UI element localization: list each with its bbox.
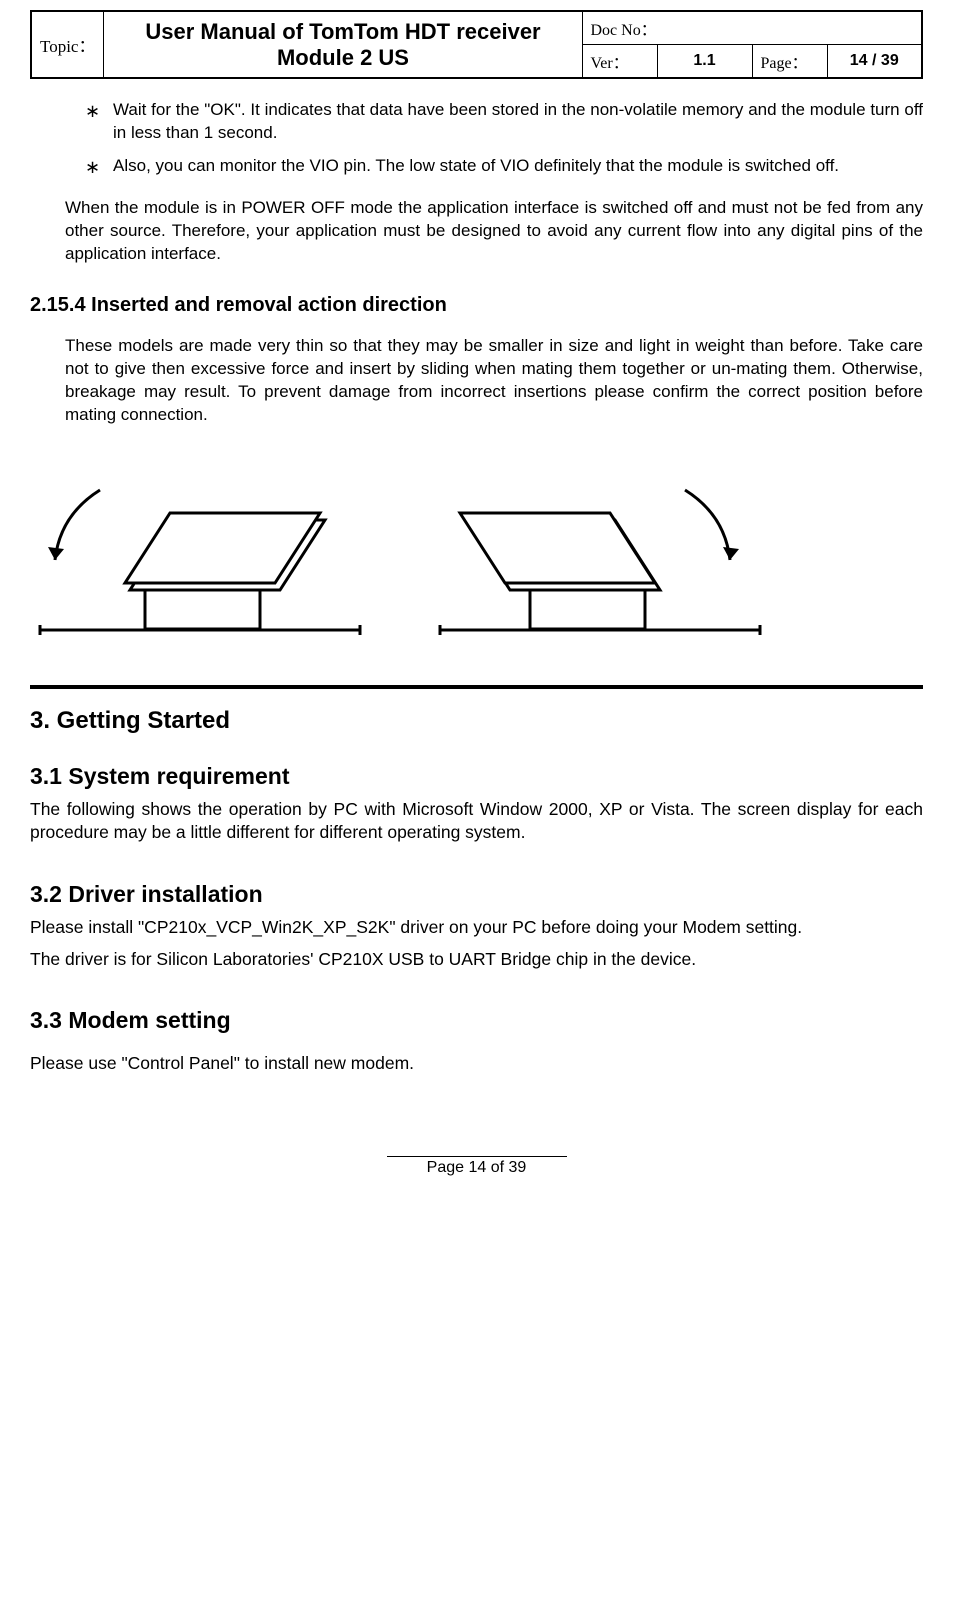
page-footer: Page 14 of 39 bbox=[30, 1156, 923, 1177]
section-3-title: 3. Getting Started bbox=[30, 707, 923, 735]
section-31-title: 3.1 System requirement bbox=[30, 763, 923, 790]
section-divider bbox=[30, 685, 923, 689]
docno-label: Doc No： bbox=[582, 11, 922, 45]
section-33-title: 3.3 Modem setting bbox=[30, 1007, 923, 1034]
header-table: Topic： User Manual of TomTom HDT receive… bbox=[30, 10, 923, 79]
page-value: 14 / 39 bbox=[827, 45, 922, 79]
section-2154-body: These models are made very thin so that … bbox=[65, 335, 923, 427]
bullet-text: Wait for the "OK". It indicates that dat… bbox=[113, 99, 923, 145]
diagram-row bbox=[30, 455, 923, 655]
insert-diagram-left bbox=[30, 455, 370, 655]
section-31-body: The following shows the operation by PC … bbox=[30, 798, 923, 845]
section-33-body: Please use "Control Panel" to install ne… bbox=[30, 1052, 923, 1076]
bullet-item: ∗ Also, you can monitor the VIO pin. The… bbox=[85, 155, 923, 179]
topic-label: Topic： bbox=[31, 11, 104, 78]
insert-diagram-right bbox=[430, 455, 770, 655]
section-32-body2: The driver is for Silicon Laboratories' … bbox=[30, 948, 923, 972]
ver-label: Ver： bbox=[582, 45, 657, 79]
poweroff-paragraph: When the module is in POWER OFF mode the… bbox=[65, 197, 923, 266]
asterisk-icon: ∗ bbox=[85, 155, 113, 179]
page-label: Page： bbox=[752, 45, 827, 79]
topic-value: User Manual of TomTom HDT receiver Modul… bbox=[104, 11, 582, 78]
section-32-title: 3.2 Driver installation bbox=[30, 881, 923, 908]
section-2154-title: 2.15.4 Inserted and removal action direc… bbox=[30, 294, 923, 317]
ver-value: 1.1 bbox=[657, 45, 752, 79]
bullet-text: Also, you can monitor the VIO pin. The l… bbox=[113, 155, 923, 179]
section-32-body1: Please install "CP210x_VCP_Win2K_XP_S2K"… bbox=[30, 916, 923, 940]
asterisk-icon: ∗ bbox=[85, 99, 113, 145]
bullet-item: ∗ Wait for the "OK". It indicates that d… bbox=[85, 99, 923, 145]
